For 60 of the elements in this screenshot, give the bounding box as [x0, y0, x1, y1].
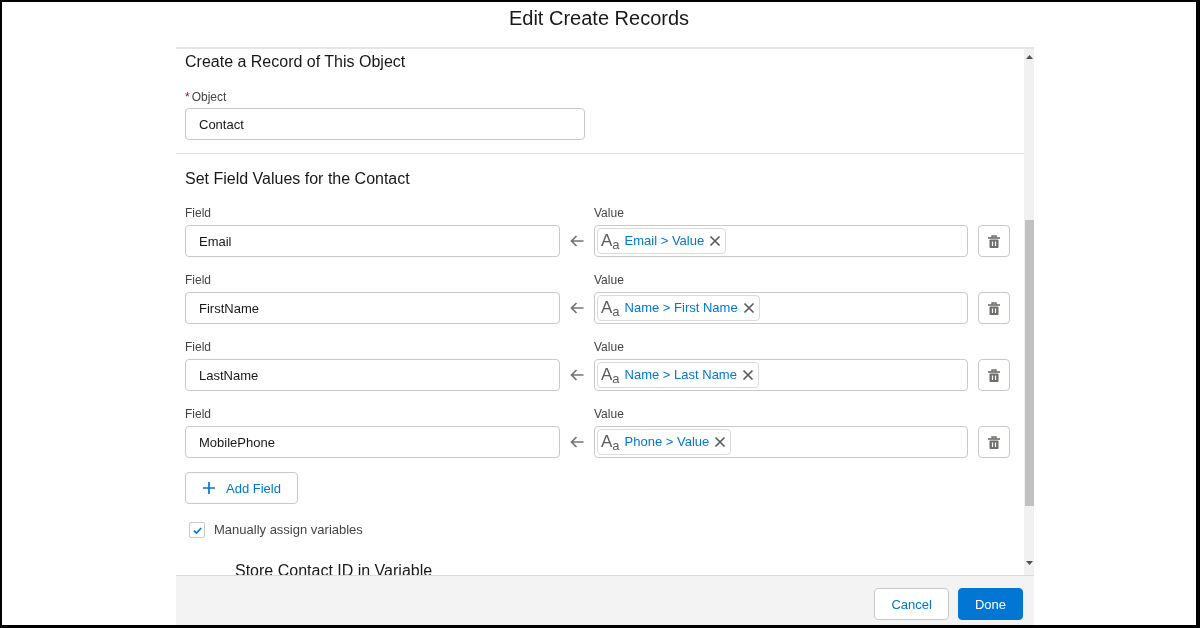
variable-pill[interactable]: A$_{a}$ Email > Value	[597, 228, 727, 254]
delete-button[interactable]	[978, 359, 1010, 391]
delete-button[interactable]	[978, 225, 1010, 257]
field-input[interactable]: MobilePhone	[185, 426, 560, 458]
value-field[interactable]: A$_{a}$ Name > Last Name	[594, 359, 968, 391]
value-label: Value	[594, 205, 624, 222]
pill-label: Email > Value	[624, 232, 705, 250]
pill-label: Phone > Value	[624, 433, 710, 451]
left-arrow-icon	[570, 436, 584, 448]
scroll-up-icon[interactable]	[1025, 55, 1033, 59]
text-type-icon: A$_{a}$	[601, 231, 620, 251]
left-arrow-icon	[570, 369, 584, 381]
left-arrow-icon	[570, 302, 584, 314]
pill-label: Name > First Name	[624, 299, 738, 317]
trash-icon	[988, 435, 1000, 449]
delete-button[interactable]	[978, 292, 1010, 324]
cancel-button[interactable]: Cancel	[874, 588, 949, 620]
value-label: Value	[594, 406, 624, 423]
text-type-icon: A$_{a}$	[601, 365, 620, 385]
value-field[interactable]: A$_{a}$ Phone > Value	[594, 426, 968, 458]
done-button[interactable]: Done	[957, 588, 1023, 620]
field-label: Field	[185, 272, 211, 289]
left-arrow-icon	[570, 235, 584, 247]
trash-icon	[988, 368, 1000, 382]
field-input[interactable]: Email	[185, 225, 560, 257]
remove-icon[interactable]	[709, 235, 722, 247]
dialog-title: Edit Create Records	[508, 7, 690, 29]
checkbox-label: Manually assign variables	[214, 521, 363, 539]
field-label: Field	[185, 339, 211, 356]
object-field[interactable]: Contact	[185, 108, 585, 140]
value-label: Value	[594, 272, 624, 289]
check-icon	[192, 526, 202, 534]
text-type-icon: A$_{a}$	[601, 432, 620, 452]
section-heading: Create a Record of This Object	[185, 52, 406, 72]
remove-icon[interactable]	[741, 369, 754, 381]
field-label: Field	[185, 205, 211, 222]
pill-label: Name > Last Name	[624, 366, 737, 384]
value-label: Value	[594, 339, 624, 356]
trash-icon	[988, 301, 1000, 315]
checkbox[interactable]	[189, 522, 205, 538]
scroll-down-icon[interactable]	[1025, 561, 1033, 565]
remove-icon[interactable]	[742, 302, 755, 314]
required-asterisk: *	[185, 89, 190, 106]
trash-icon	[988, 234, 1000, 248]
add-field-button[interactable]: Add Field	[185, 472, 298, 504]
text-type-icon: A$_{a}$	[601, 298, 620, 318]
field-input[interactable]: LastName	[185, 359, 560, 391]
field-label: Field	[185, 406, 211, 423]
scrollbar-thumb[interactable]	[1024, 220, 1034, 506]
plus-icon	[203, 482, 215, 494]
section-heading: Set Field Values for the Contact	[185, 169, 410, 189]
variable-pill[interactable]: A$_{a}$ Name > Last Name	[597, 362, 759, 388]
variable-pill[interactable]: A$_{a}$ Phone > Value	[597, 429, 732, 455]
remove-icon[interactable]	[714, 436, 727, 448]
value-field[interactable]: A$_{a}$ Email > Value	[594, 225, 968, 257]
delete-button[interactable]	[978, 426, 1010, 458]
variable-pill[interactable]: A$_{a}$ Name > First Name	[597, 295, 760, 321]
value-field[interactable]: A$_{a}$ Name > First Name	[594, 292, 968, 324]
field-input[interactable]: FirstName	[185, 292, 560, 324]
field-label: Object	[191, 89, 227, 106]
